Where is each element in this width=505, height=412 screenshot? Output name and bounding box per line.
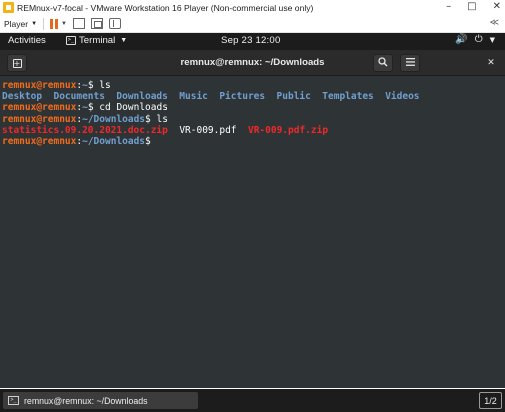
taskbar-item-label: remnux@remnux: ~/Downloads xyxy=(24,395,148,406)
taskbar-terminal-item[interactable]: >_ remnux@remnux: ~/Downloads xyxy=(3,392,198,409)
toolbar-divider xyxy=(43,17,45,30)
maximize-icon[interactable]: □ xyxy=(467,1,476,12)
command-text: ls xyxy=(99,80,111,91)
chevron-down-icon: ▼ xyxy=(31,20,38,27)
app-menu[interactable]: >_ Terminal ▼ xyxy=(66,35,127,46)
vmware-title-bar: REMnux-v7-focal - VMware Workstation 16 … xyxy=(0,0,505,15)
terminal-output[interactable]: remnux@remnux:~$ ls Desktop Documents Dow… xyxy=(0,77,505,388)
search-icon xyxy=(378,56,388,70)
file-pdf: VR-009.pdf xyxy=(179,124,237,136)
minimize-icon[interactable]: – xyxy=(446,1,451,12)
chevron-down-icon: ▼ xyxy=(120,37,128,44)
player-menu[interactable]: Player ▼ xyxy=(4,19,37,29)
search-button[interactable] xyxy=(373,54,393,72)
prompt-path: ~/Downloads xyxy=(82,135,146,147)
prompt-user: remnux@remnux xyxy=(2,113,77,125)
terminal-header-bar: + remnux@remnux: ~/Downloads ✕ xyxy=(0,50,505,76)
close-icon[interactable]: ✕ xyxy=(493,1,501,12)
gnome-top-bar: Activities >_ Terminal ▼ Sep 23 12:00 🔊 … xyxy=(0,33,505,50)
vmware-logo-icon xyxy=(3,2,14,13)
terminal-line: remnux@remnux:~$ ls xyxy=(2,80,111,91)
collapse-toolbar-icon[interactable]: ≪ xyxy=(490,18,499,28)
activities-button[interactable]: Activities xyxy=(8,35,46,46)
app-menu-label: Terminal xyxy=(79,35,116,46)
terminal-window: + remnux@remnux: ~/Downloads ✕ remnux@re… xyxy=(0,50,505,388)
hamburger-menu-button[interactable] xyxy=(400,54,420,72)
power-icon: ⏻ xyxy=(474,34,483,45)
window-controls: – □ ✕ xyxy=(446,1,501,12)
command-text: ls xyxy=(156,113,168,125)
pause-icon[interactable] xyxy=(50,18,59,29)
terminal-app-icon: >_ xyxy=(66,36,76,45)
window-title: REMnux-v7-focal - VMware Workstation 16 … xyxy=(17,2,314,13)
vmware-toolbar: Player ▼ ▼ ≪ xyxy=(0,15,505,33)
volume-icon: 🔊 xyxy=(455,34,468,45)
workspace-indicator[interactable]: 1/2 xyxy=(479,392,502,409)
send-ctrl-alt-del-icon[interactable] xyxy=(73,18,85,29)
fullscreen-icon[interactable] xyxy=(91,18,103,29)
hamburger-icon xyxy=(405,57,415,69)
close-icon: ✕ xyxy=(487,58,495,68)
terminal-close-button[interactable]: ✕ xyxy=(485,57,497,69)
system-tray[interactable]: 🔊 ⏻ ▼ xyxy=(455,34,495,45)
file-zip-vr009: VR-009.pdf.zip xyxy=(247,124,329,136)
terminal-line: Desktop Documents Downloads Music Pictur… xyxy=(2,91,505,102)
bottom-taskbar: >_ remnux@remnux: ~/Downloads 1/2 xyxy=(0,389,505,412)
prompt-user: remnux@remnux xyxy=(2,102,77,114)
prompt-user: remnux@remnux xyxy=(2,135,77,147)
directory-listing: Desktop Documents Downloads Music Pictur… xyxy=(2,91,420,103)
chevron-down-icon[interactable]: ▼ xyxy=(61,21,67,27)
chevron-down-icon: ▼ xyxy=(489,36,495,44)
terminal-line: statistics.09.20.2021.doc.zip VR-009.pdf… xyxy=(2,125,505,136)
terminal-title: remnux@remnux: ~/Downloads xyxy=(180,57,325,68)
unity-icon[interactable] xyxy=(109,18,121,29)
terminal-line: remnux@remnux:~/Downloads$ ls xyxy=(2,113,168,125)
terminal-app-icon: >_ xyxy=(8,396,19,405)
prompt-path: ~/Downloads xyxy=(82,113,146,125)
clock[interactable]: Sep 23 12:00 xyxy=(221,35,280,46)
command-text: cd Downloads xyxy=(99,102,168,114)
prompt-user: remnux@remnux xyxy=(2,80,77,91)
terminal-line: remnux@remnux:~/Downloads$ xyxy=(2,135,151,147)
player-menu-label: Player xyxy=(4,18,29,29)
file-zip-statistics: statistics.09.20.2021.doc.zip xyxy=(2,124,168,136)
terminal-line: remnux@remnux:~$ cd Downloads xyxy=(2,102,168,114)
